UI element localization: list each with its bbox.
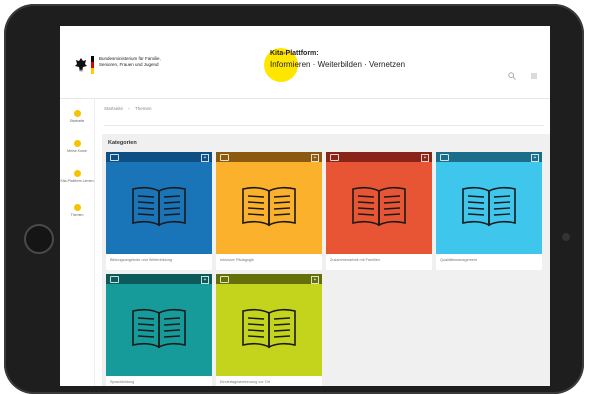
more-options-icon[interactable]: + (531, 154, 539, 162)
sidebar-item-label: Themen (70, 213, 84, 217)
card-image (436, 162, 542, 254)
card-header: + (216, 152, 322, 162)
card-label[interactable]: Zusammenarbeit mit Familien (326, 254, 432, 270)
card-label[interactable]: Bildungsangebote und Weiterbildung (106, 254, 212, 270)
open-book-icon (459, 183, 519, 234)
sidebar-item-label: Startseite (69, 119, 85, 123)
card-label[interactable]: Kindertagesbetreuung vor Ort (216, 376, 322, 386)
open-book-icon (129, 305, 189, 356)
breadcrumb-current: Themen (134, 106, 152, 111)
more-options-icon[interactable]: + (311, 276, 319, 284)
category-card[interactable]: + Zusammenarbeit mit Familien (326, 152, 432, 270)
card-image (216, 162, 322, 254)
ministry-logo[interactable]: Bundesministerium für Familie, Senioren,… (74, 56, 169, 74)
section-title: Kategorien (108, 140, 137, 146)
home-button[interactable] (24, 224, 54, 254)
card-header: + (216, 274, 322, 284)
sidebar: Startseite Meine Kurse Kita-Plattform Le… (60, 98, 95, 386)
more-options-icon[interactable]: + (201, 154, 209, 162)
card-label[interactable]: Qualitätsmanagement (436, 254, 542, 270)
card-label[interactable]: Inklusive Pädagogik (216, 254, 322, 270)
open-book-icon (239, 183, 299, 234)
open-book-icon (239, 305, 299, 356)
more-options-icon[interactable]: + (201, 276, 209, 284)
card-image (106, 162, 212, 254)
open-book-icon (349, 183, 409, 234)
sidebar-item-learn[interactable]: Kita-Plattform Lernen (60, 170, 94, 183)
courses-icon (73, 140, 81, 147)
menu-icon[interactable] (530, 72, 538, 82)
breadcrumb-home[interactable]: Startseite (104, 106, 123, 111)
category-card[interactable]: + Inklusive Pädagogik (216, 152, 322, 270)
categories-section: Kategorien + Bildungsangebote und Weiter… (102, 134, 550, 386)
learn-icon (73, 170, 81, 177)
breadcrumb: Startseite › Themen (104, 106, 151, 111)
folder-icon (110, 276, 119, 283)
category-card[interactable]: + Kindertagesbetreuung vor Ort (216, 274, 322, 386)
more-options-icon[interactable]: + (311, 154, 319, 162)
home-icon (73, 110, 81, 117)
eagle-icon (74, 56, 88, 74)
ministry-name: Bundesministerium für Familie, Senioren,… (99, 56, 161, 67)
card-header: + (436, 152, 542, 162)
app-header: Bundesministerium für Familie, Senioren,… (60, 26, 550, 99)
tablet-frame: Bundesministerium für Familie, Senioren,… (4, 4, 584, 394)
folder-icon (440, 154, 449, 161)
sidebar-item-label: Kita-Plattform Lernen (60, 179, 94, 183)
card-image (326, 162, 432, 254)
card-header: + (106, 274, 212, 284)
topics-icon (73, 204, 81, 211)
sidebar-item-start[interactable]: Startseite (60, 110, 94, 123)
category-card[interactable]: + Bildungsangebote und Weiterbildung (106, 152, 212, 270)
platform-branding: Kita-Plattform: Informieren · Weiterbild… (264, 48, 406, 82)
screen: Bundesministerium für Familie, Senioren,… (60, 26, 550, 386)
folder-icon (220, 154, 229, 161)
folder-icon (220, 276, 229, 283)
open-book-icon (129, 183, 189, 234)
platform-subtitle: Informieren · Weiterbilden · Vernetzen (270, 60, 406, 69)
sidebar-item-label: Meine Kurse (67, 149, 87, 153)
category-card[interactable]: + Sprachbildung (106, 274, 212, 386)
card-header: + (106, 152, 212, 162)
more-options-icon[interactable]: + (421, 154, 429, 162)
camera (562, 233, 570, 241)
card-image (106, 284, 212, 376)
card-image (216, 284, 322, 376)
german-flag-icon (91, 56, 94, 74)
category-card[interactable]: + Qualitätsmanagement (436, 152, 542, 270)
card-label[interactable]: Sprachbildung (106, 376, 212, 386)
folder-icon (330, 154, 339, 161)
card-header: + (326, 152, 432, 162)
divider (104, 125, 544, 126)
sidebar-item-courses[interactable]: Meine Kurse (60, 140, 94, 153)
platform-title: Kita-Plattform: (270, 50, 319, 57)
sidebar-item-topics[interactable]: Themen (60, 204, 94, 217)
folder-icon (110, 154, 119, 161)
search-icon[interactable] (508, 72, 516, 82)
breadcrumb-separator: › (128, 106, 130, 111)
